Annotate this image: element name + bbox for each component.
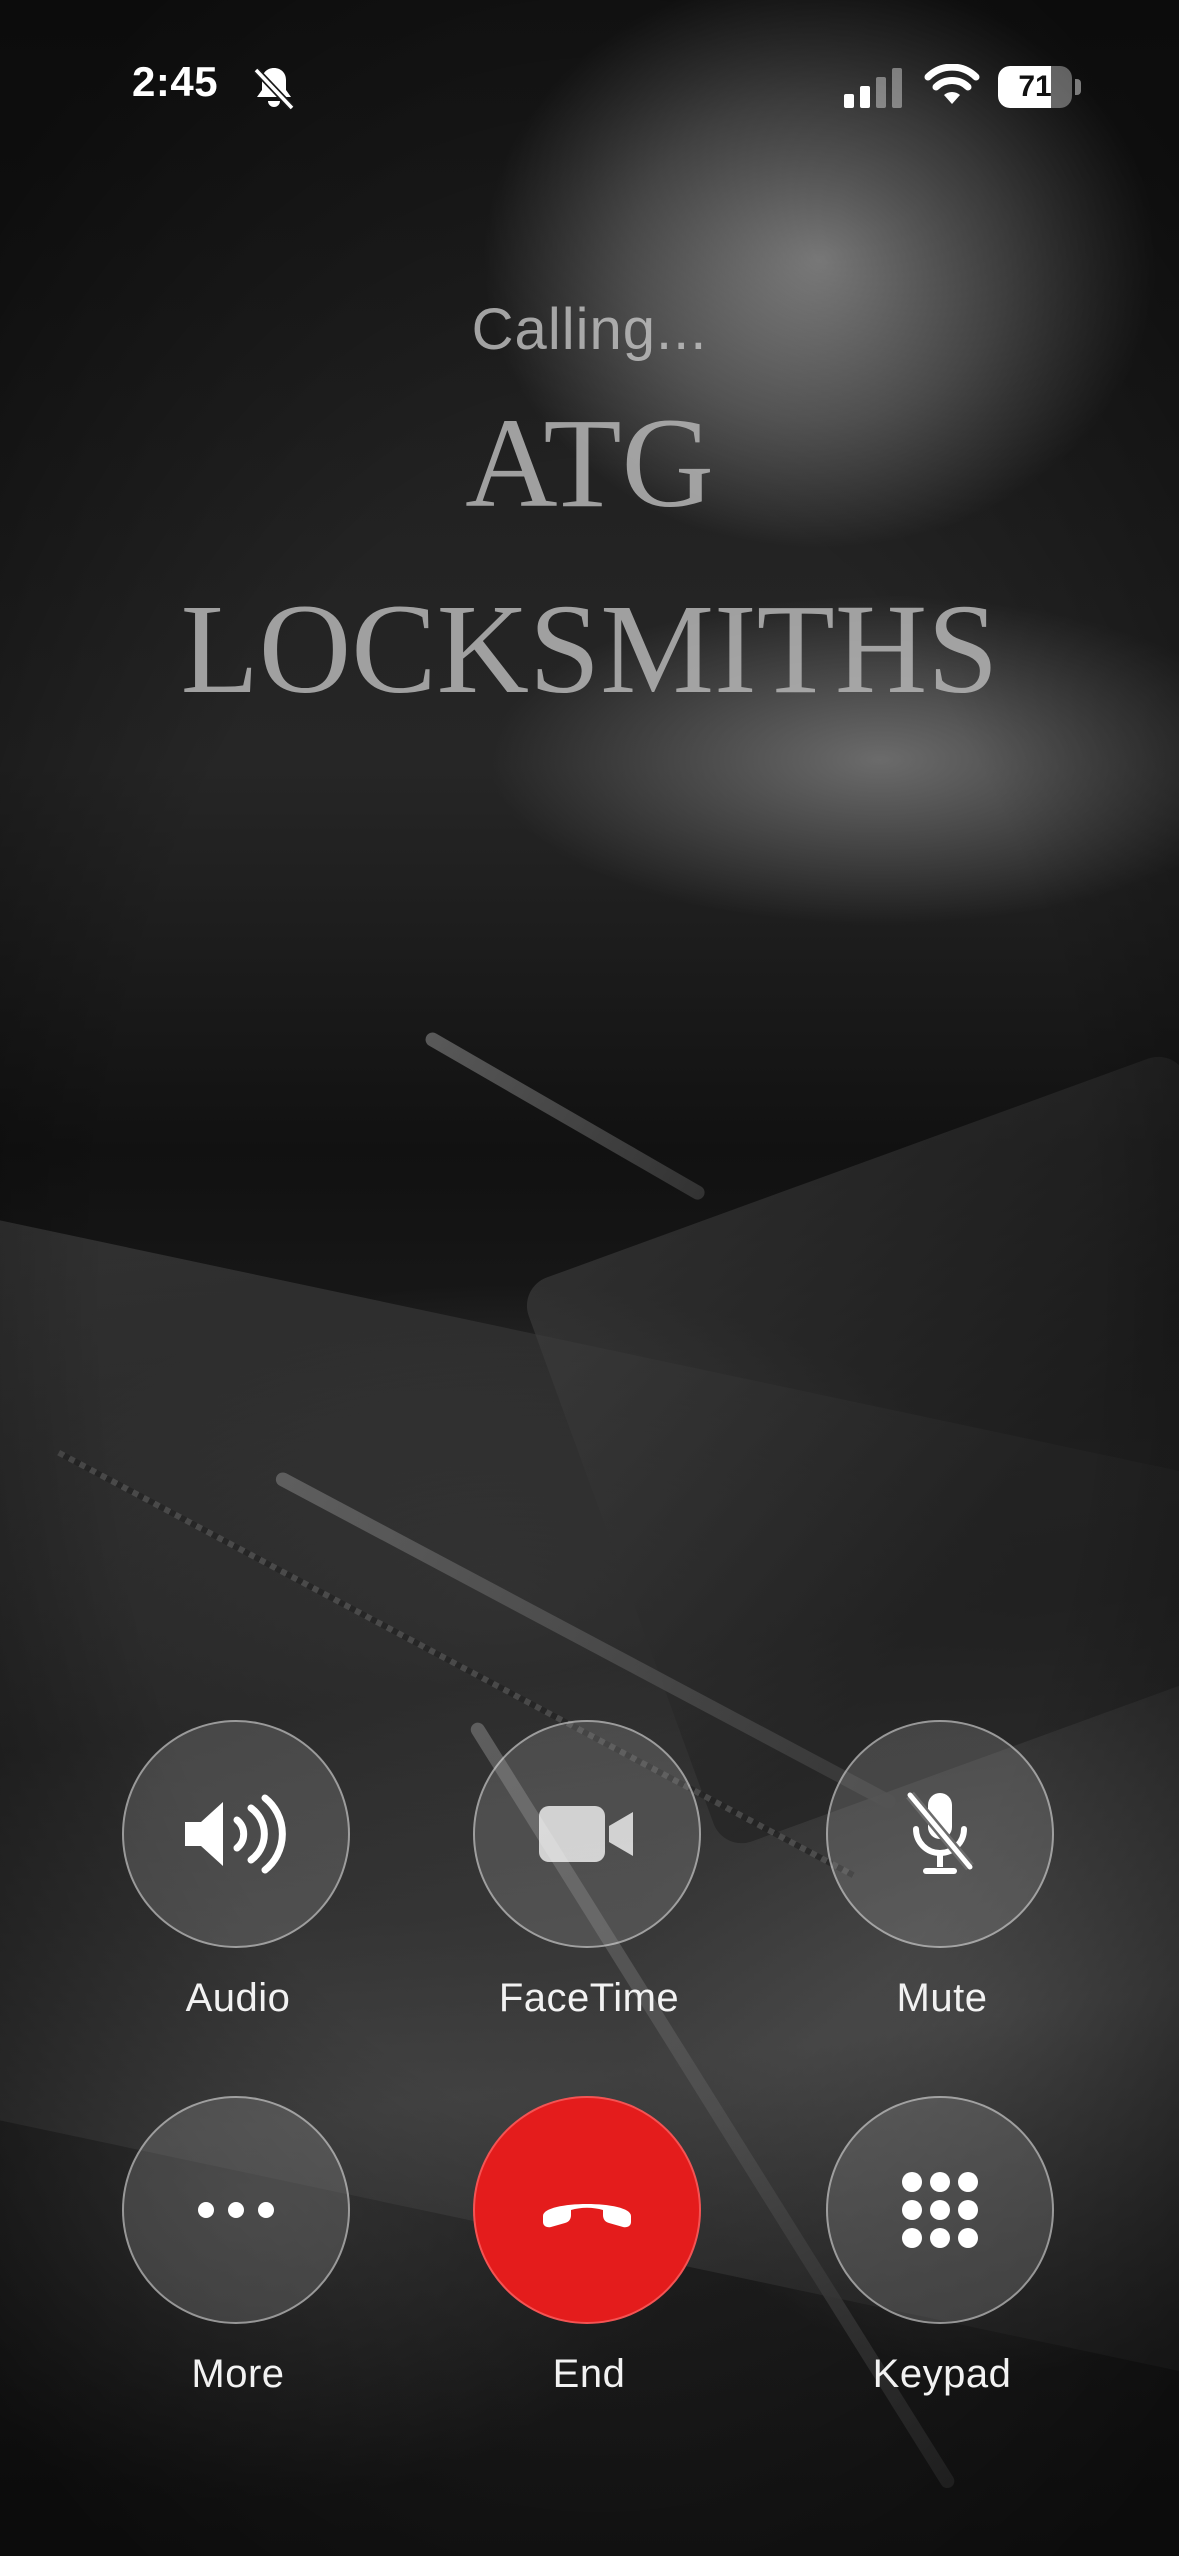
audio-button[interactable] xyxy=(122,1720,350,1948)
more-label: More xyxy=(191,2352,285,2396)
facetime-button[interactable] xyxy=(473,1720,701,1948)
ellipsis-icon xyxy=(198,2202,274,2218)
end-control: End xyxy=(471,2096,707,2396)
mute-button[interactable] xyxy=(826,1720,1054,1948)
call-controls: Audio FaceTime Mute More End Keypad xyxy=(0,0,1179,2556)
phone-hangup-icon xyxy=(543,2204,631,2228)
audio-label: Audio xyxy=(185,1976,291,2020)
speaker-icon xyxy=(185,1794,286,1874)
microphone-slash-icon xyxy=(906,1791,974,1874)
facetime-label: FaceTime xyxy=(498,1976,680,2020)
call-screen: 2:45 71 Calling... ATG LOCKSMITHS Audio … xyxy=(0,0,1179,2556)
end-label: End xyxy=(552,2352,626,2396)
keypad-button[interactable] xyxy=(826,2096,1054,2324)
audio-control: Audio xyxy=(120,1720,356,2020)
video-camera-icon xyxy=(539,1806,633,1862)
end-call-button[interactable] xyxy=(473,2096,701,2324)
mute-control: Mute xyxy=(824,1720,1060,2020)
more-button[interactable] xyxy=(122,2096,350,2324)
keypad-icon xyxy=(902,2172,978,2248)
keypad-label: Keypad xyxy=(872,2352,1012,2396)
more-control: More xyxy=(120,2096,356,2396)
facetime-control: FaceTime xyxy=(471,1720,707,2020)
keypad-control: Keypad xyxy=(824,2096,1060,2396)
mute-label: Mute xyxy=(896,1976,988,2020)
